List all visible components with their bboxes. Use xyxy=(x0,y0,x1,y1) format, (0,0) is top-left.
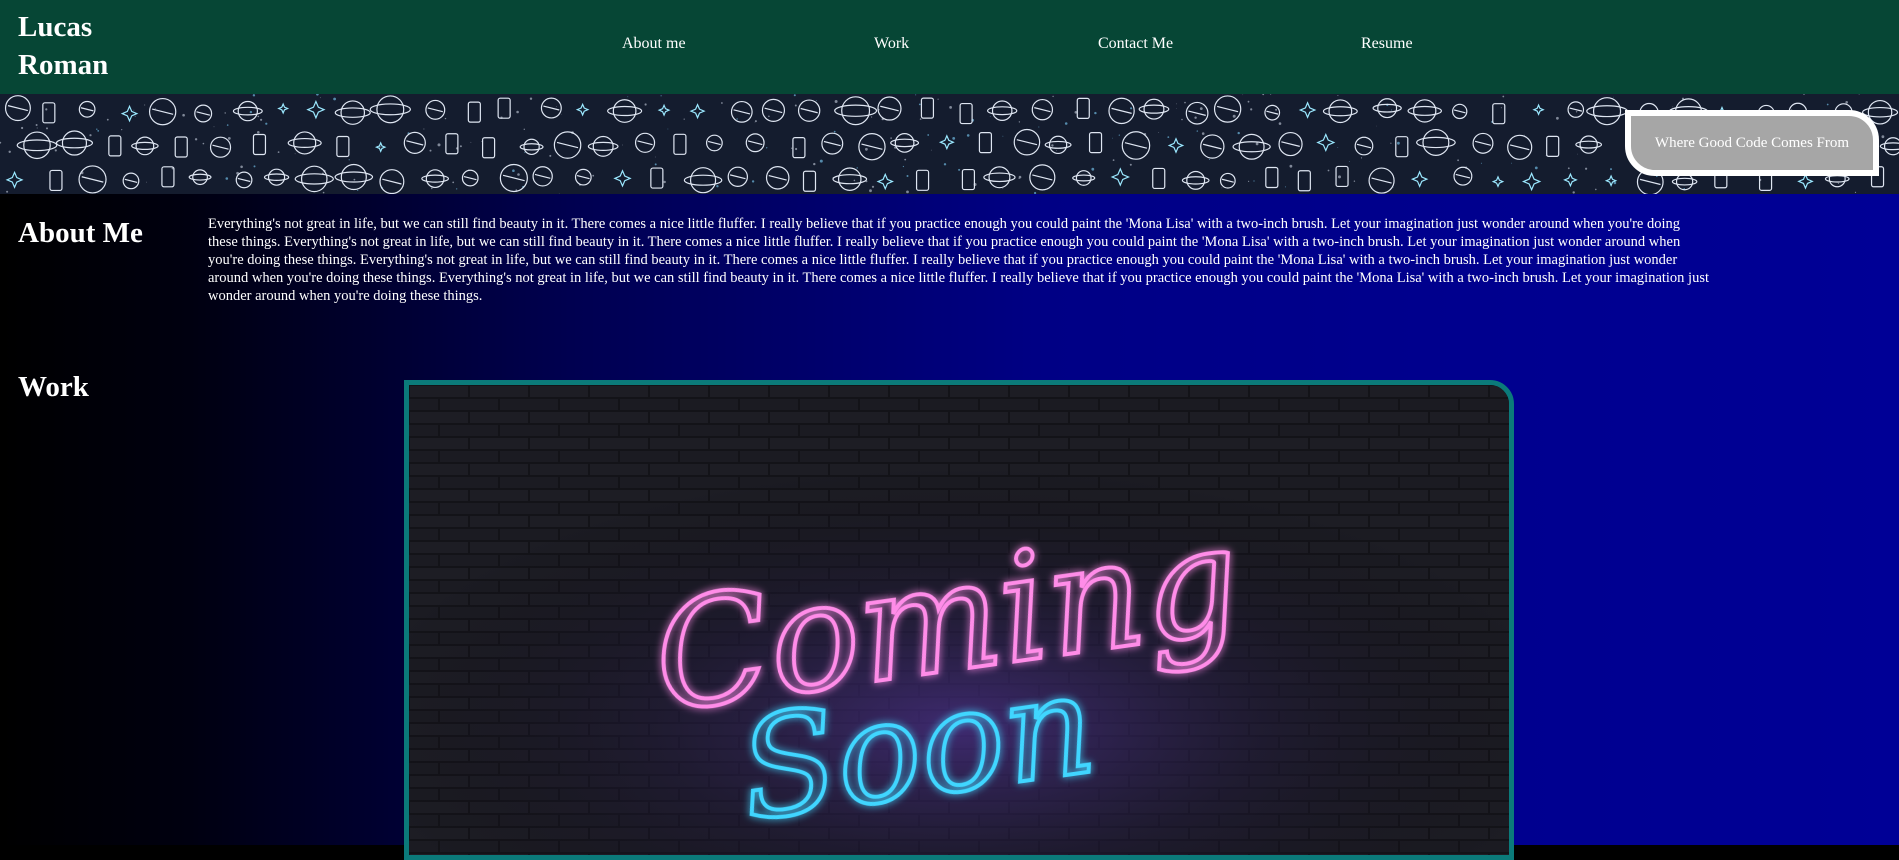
nav-work[interactable]: Work xyxy=(874,34,909,54)
work-coming-soon-card[interactable]: Coming Soon xyxy=(404,380,1514,860)
brand-last-name: Roman xyxy=(18,46,178,84)
nav-resume[interactable]: Resume xyxy=(1361,34,1413,54)
tagline-badge[interactable]: Where Good Code Comes From xyxy=(1625,110,1879,176)
space-pattern-banner xyxy=(0,94,1899,194)
coming-soon-neon-image: Coming Soon xyxy=(409,385,1509,860)
nav-contact-me[interactable]: Contact Me xyxy=(1098,34,1173,54)
site-header: Lucas Roman About me Work Contact Me Res… xyxy=(0,0,1899,94)
space-doodle-pattern xyxy=(0,94,1899,194)
about-paragraph: Everything's not great in life, but we c… xyxy=(208,215,1713,305)
brand-first-name: Lucas xyxy=(18,8,178,46)
brand-name: Lucas Roman xyxy=(18,8,178,84)
nav-about-me[interactable]: About me xyxy=(622,34,686,54)
work-heading: Work xyxy=(18,370,89,404)
about-heading: About Me xyxy=(18,216,143,250)
